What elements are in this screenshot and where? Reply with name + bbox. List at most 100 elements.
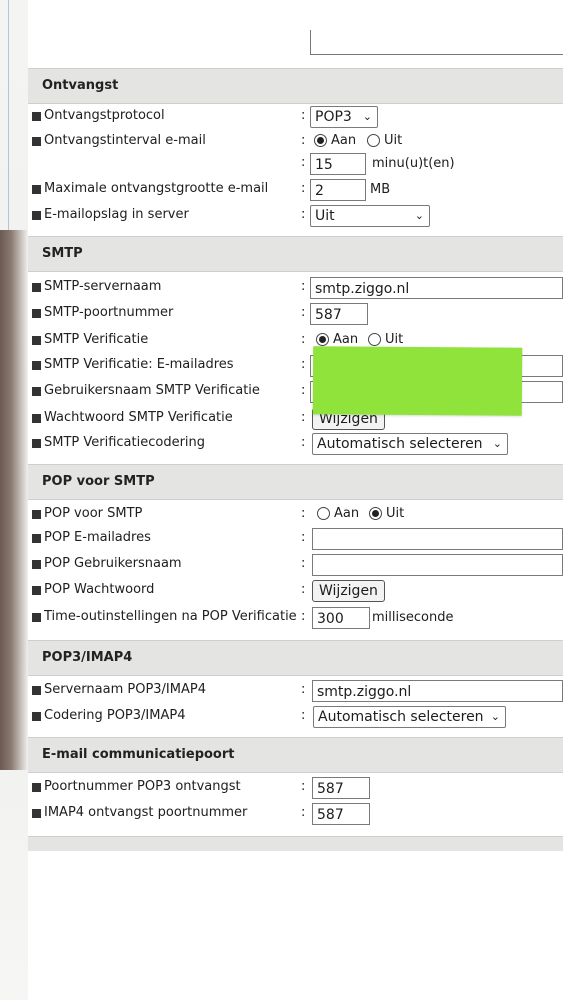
section-ontvangst: Ontvangst <box>28 68 563 104</box>
chevron-down-icon: ⌄ <box>492 437 502 450</box>
smtp-verif-off-radio[interactable] <box>368 333 381 346</box>
bullet-icon <box>32 686 41 695</box>
bullet-icon <box>32 309 41 318</box>
row-pop3-server: Servernaam POP3/IMAP4 : smtp.ziggo.nl <box>28 680 563 704</box>
smtp-server-input[interactable]: smtp.ziggo.nl <box>310 277 563 299</box>
section-title: E-mail communicatiepoort <box>42 747 235 762</box>
row-pop-voor-smtp: POP voor SMTP : Aan Uit <box>28 504 563 528</box>
section-smtp: SMTP <box>28 236 563 272</box>
unit-label: MB <box>370 182 391 197</box>
row-smtp-server: SMTP-servernaam : smtp.ziggo.nl <box>28 277 563 301</box>
field-label: SMTP-servernaam <box>44 279 162 294</box>
field-label: Servernaam POP3/IMAP4 <box>44 682 206 697</box>
row-pop-email: POP E-mailadres : <box>28 528 563 552</box>
field-label: SMTP Verificatie <box>44 332 149 347</box>
field-label: Maximale ontvangstgrootte e-mail <box>44 181 269 196</box>
field-label: POP Wachtwoord <box>44 582 155 597</box>
row-ontvangstprotocol: Ontvangstprotocol : POP3 ⌄ <box>28 106 563 130</box>
interval-on-radio[interactable] <box>314 134 327 147</box>
row-max-size: Maximale ontvangstgrootte e-mail : 2 MB <box>28 179 563 203</box>
pop-smtp-off-radio[interactable] <box>369 507 382 520</box>
radio-label: Uit <box>384 133 403 148</box>
bullet-icon <box>32 712 41 721</box>
bullet-icon <box>32 783 41 792</box>
bullet-icon <box>32 137 41 146</box>
storage-select[interactable]: Uit ⌄ <box>310 205 430 227</box>
pop3-server-input[interactable]: smtp.ziggo.nl <box>312 680 563 702</box>
field-label: Codering POP3/IMAP4 <box>44 708 186 723</box>
sticky-note <box>312 346 523 416</box>
desk-edge <box>0 230 28 770</box>
bullet-icon <box>32 387 41 396</box>
field-label: POP Gebruikersnaam <box>44 556 182 571</box>
row-pop3-port: Poortnummer POP3 ontvangst : 587 <box>28 777 563 801</box>
section-pop-voor-smtp: POP voor SMTP <box>28 464 563 500</box>
section-pop3-imap4: POP3/IMAP4 <box>28 640 563 676</box>
bullet-icon <box>32 534 41 543</box>
bullet-icon <box>32 361 41 370</box>
pop3-encoding-select[interactable]: Automatisch selecteren ⌄ <box>313 706 506 728</box>
max-size-input[interactable]: 2 <box>310 179 366 201</box>
bullet-icon <box>32 211 41 220</box>
field-label: POP E-mailadres <box>44 530 151 545</box>
field-label: SMTP-poortnummer <box>44 305 174 320</box>
radio-label: Aan <box>334 506 360 521</box>
field-label: SMTP Verificatiecodering <box>44 435 206 450</box>
bullet-icon <box>32 414 41 423</box>
smtp-encoding-select[interactable]: Automatisch selecteren ⌄ <box>312 433 508 455</box>
imap4-port-input[interactable]: 587 <box>312 803 370 825</box>
chevron-down-icon: ⌄ <box>362 110 372 123</box>
bullet-icon <box>32 185 41 194</box>
chevron-down-icon: ⌄ <box>414 209 424 222</box>
field-label: Poortnummer POP3 ontvangst <box>44 779 241 794</box>
unit-label: milliseconde <box>372 610 454 625</box>
row-ontvangstinterval: Ontvangstinterval e-mail : Aan Uit <box>28 131 563 155</box>
smtp-port-input[interactable]: 587 <box>310 303 368 325</box>
bullet-icon <box>32 809 41 818</box>
chevron-down-icon: ⌄ <box>490 710 500 723</box>
bullet-icon <box>32 510 41 519</box>
field-label: SMTP Verificatie: E-mailadres <box>44 357 234 372</box>
radio-label: Aan <box>333 332 359 347</box>
row-email-storage: E-mailopslag in server : Uit ⌄ <box>28 205 563 229</box>
radio-label: Uit <box>386 506 405 521</box>
field-label: POP voor SMTP <box>44 506 143 521</box>
unit-label: minu(u)t(en) <box>372 156 455 171</box>
notebook-margin-line <box>8 0 9 260</box>
pop-user-input[interactable] <box>312 554 563 576</box>
pop-password-change-button[interactable]: Wijzigen <box>312 580 385 602</box>
bullet-icon <box>32 112 41 121</box>
row-pop3-encoding: Codering POP3/IMAP4 : Automatisch select… <box>28 706 563 730</box>
bullet-icon <box>32 613 41 622</box>
protocol-select[interactable]: POP3 ⌄ <box>310 106 378 128</box>
field-label: Gebruikersnaam SMTP Verificatie <box>44 383 260 398</box>
row-smtp-encoding: SMTP Verificatiecodering : Automatisch s… <box>28 433 563 457</box>
radio-label: Aan <box>331 133 357 148</box>
settings-page: Ontvangst Ontvangstprotocol : POP3 ⌄ Ontv… <box>28 0 563 1000</box>
bullet-icon <box>32 439 41 448</box>
interval-minutes-input[interactable]: 15 <box>310 153 366 175</box>
bullet-icon <box>32 586 41 595</box>
row-pop-timeout: Time-outinstellingen na POP Verificatie … <box>28 607 563 631</box>
bullet-icon <box>32 283 41 292</box>
section-title: POP3/IMAP4 <box>42 650 133 665</box>
section-title: POP voor SMTP <box>42 474 155 489</box>
pop-smtp-on-radio[interactable] <box>317 507 330 520</box>
field-label: Ontvangstprotocol <box>44 108 165 123</box>
row-pop-user: POP Gebruikersnaam : <box>28 554 563 578</box>
top-input-field[interactable] <box>310 30 563 55</box>
row-interval-minutes: : 15 minu(u)t(en) <box>301 153 455 175</box>
pop3-port-input[interactable]: 587 <box>312 777 370 799</box>
smtp-verif-on-radio[interactable] <box>316 333 329 346</box>
field-label: Ontvangstinterval e-mail <box>44 133 206 148</box>
interval-off-radio[interactable] <box>367 134 380 147</box>
bullet-icon <box>32 336 41 345</box>
field-label: IMAP4 ontvangst poortnummer <box>44 805 248 820</box>
field-label: Time-outinstellingen na POP Verificatie <box>44 609 297 624</box>
pop-timeout-input[interactable]: 300 <box>312 607 370 629</box>
pop-email-input[interactable] <box>312 528 563 550</box>
section-title: SMTP <box>42 246 83 261</box>
row-pop-password: POP Wachtwoord : Wijzigen <box>28 580 563 604</box>
bullet-icon <box>32 560 41 569</box>
section-email-communicatiepoort: E-mail communicatiepoort <box>28 737 563 773</box>
